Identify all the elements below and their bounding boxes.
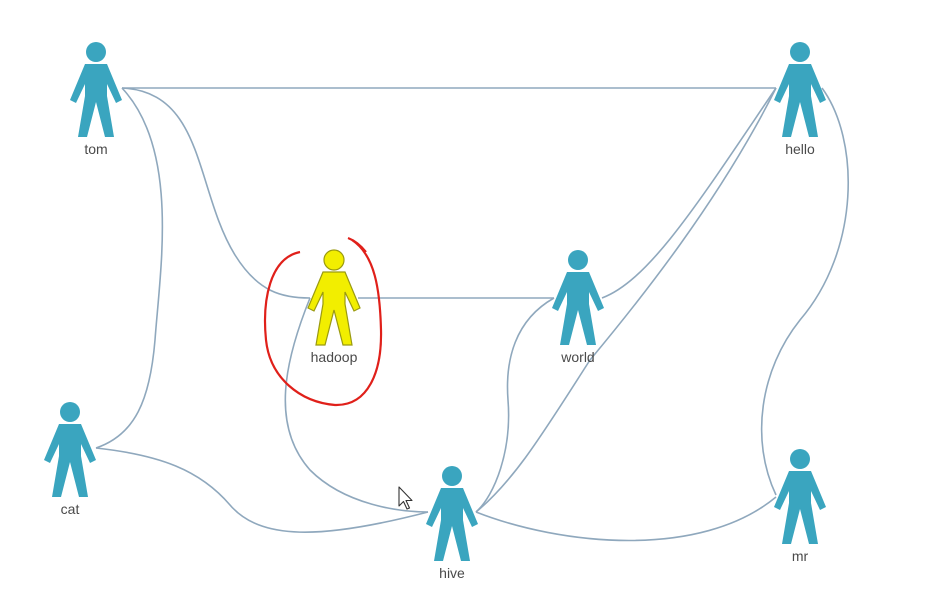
node-label-tom: tom [84, 141, 107, 157]
edge-hadoop-hive [284, 297, 429, 513]
edge-tom-hadoop [121, 87, 311, 299]
node-hello[interactable]: hello [774, 42, 826, 157]
person-icon [774, 42, 826, 137]
node-label-cat: cat [61, 501, 80, 517]
edge-world-hello [601, 87, 777, 299]
node-label-mr: mr [792, 548, 809, 564]
node-cat[interactable]: cat [44, 402, 96, 517]
graph-svg: tom hello hadoop world cat hive mr [44, 42, 849, 581]
node-label-hive: hive [439, 565, 465, 581]
mouse-pointer-icon [398, 486, 413, 510]
edge-hive-mr [475, 496, 777, 542]
person-icon [307, 249, 361, 346]
person-icon [552, 250, 604, 345]
person-icon [774, 449, 826, 544]
edge-world-hive [475, 297, 555, 513]
person-icon [44, 402, 96, 497]
person-icon [70, 42, 122, 137]
node-world[interactable]: world [552, 250, 604, 365]
node-tom[interactable]: tom [70, 42, 122, 157]
node-hive[interactable]: hive [426, 466, 478, 581]
node-label-world: world [560, 349, 594, 365]
edge-hello-hive [475, 87, 777, 513]
node-hadoop[interactable]: hadoop [307, 249, 361, 365]
node-label-hello: hello [785, 141, 815, 157]
person-icon [426, 466, 478, 561]
graph-canvas: tom hello hadoop world cat hive mr [0, 0, 941, 600]
edge-cat-hive [95, 447, 429, 533]
node-label-hadoop: hadoop [311, 349, 358, 365]
node-layer: tom hello hadoop world cat hive mr [44, 42, 826, 581]
edge-layer [95, 87, 849, 542]
node-mr[interactable]: mr [774, 449, 826, 564]
